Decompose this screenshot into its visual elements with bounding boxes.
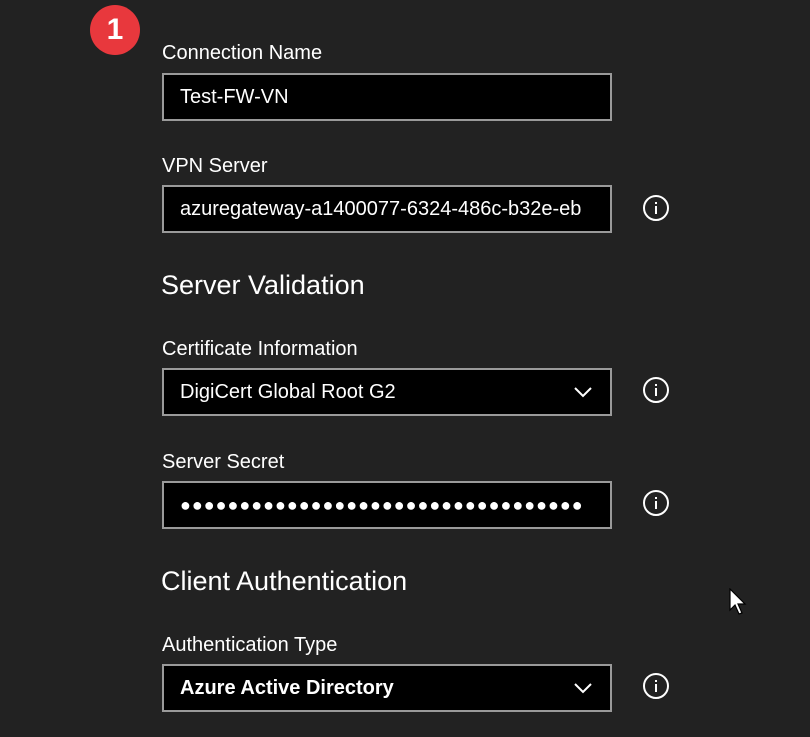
certificate-information-selected: DigiCert Global Root G2	[180, 380, 396, 403]
authentication-type-dropdown[interactable]: Azure Active Directory	[162, 664, 612, 712]
info-glyph	[655, 202, 657, 214]
connection-name-label: Connection Name	[162, 42, 323, 64]
step-number-badge: 1	[90, 5, 140, 55]
connection-name-value: Test-FW-VN	[180, 85, 289, 108]
certificate-information-dropdown[interactable]: DigiCert Global Root G2	[162, 368, 612, 416]
server-secret-input[interactable]: ●●●●●●●●●●●●●●●●●●●●●●●●●●●●●●●●●●	[162, 481, 612, 529]
certificate-information-info-icon[interactable]	[643, 377, 669, 403]
authentication-type-label: Authentication Type	[162, 634, 338, 656]
authentication-type-info-icon[interactable]	[643, 673, 669, 699]
vpn-server-value: azuregateway-a1400077-6324-486c-b32e-eb	[180, 197, 582, 220]
info-glyph	[655, 680, 657, 692]
vpn-server-label: VPN Server	[162, 155, 268, 177]
vpn-server-input[interactable]: azuregateway-a1400077-6324-486c-b32e-eb	[162, 185, 612, 233]
certificate-information-label: Certificate Information	[162, 338, 358, 360]
chevron-down-icon	[572, 381, 594, 403]
server-secret-masked-value: ●●●●●●●●●●●●●●●●●●●●●●●●●●●●●●●●●●	[180, 494, 584, 515]
mouse-pointer-icon	[729, 588, 747, 615]
authentication-type-selected: Azure Active Directory	[180, 676, 394, 699]
server-secret-label: Server Secret	[162, 451, 285, 473]
info-glyph	[655, 497, 657, 509]
server-secret-info-icon[interactable]	[643, 490, 669, 516]
server-validation-heading: Server Validation	[161, 270, 365, 300]
connection-name-input[interactable]: Test-FW-VN	[162, 73, 612, 121]
client-authentication-heading: Client Authentication	[161, 566, 408, 596]
info-glyph	[655, 384, 657, 396]
chevron-down-icon	[572, 677, 594, 699]
vpn-server-info-icon[interactable]	[643, 195, 669, 221]
